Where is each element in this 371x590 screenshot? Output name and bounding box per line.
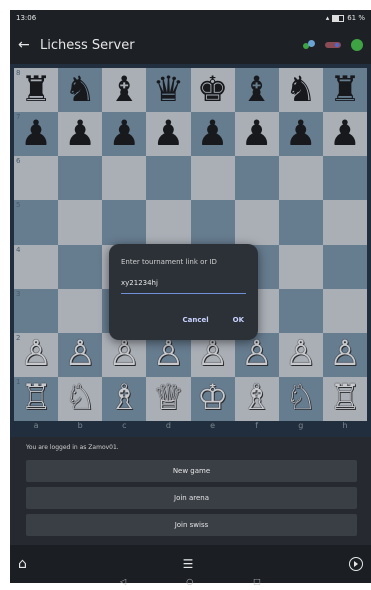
system-nav-bar: ◁ ○ □	[10, 577, 371, 590]
ok-button[interactable]: OK	[233, 316, 244, 324]
back-arrow-icon[interactable]: ←	[18, 37, 36, 53]
people-icon[interactable]	[303, 40, 315, 50]
join-swiss-button[interactable]: Join swiss	[26, 514, 357, 536]
status-time: 13:06	[16, 14, 37, 22]
connection-toggle-icon[interactable]	[325, 42, 341, 48]
app-bar: ← Lichess Server	[10, 26, 371, 64]
play-circle-icon[interactable]	[349, 557, 363, 571]
nav-back-icon[interactable]: ◁	[120, 577, 126, 587]
join-arena-button[interactable]: Join arena	[26, 487, 357, 509]
dialog-title: Enter tournament link or ID	[121, 258, 217, 266]
nav-home-icon[interactable]: ○	[186, 577, 193, 587]
signal-icon: ▴	[325, 14, 330, 22]
bottom-panel: You are logged in as Zamov01. New game J…	[10, 437, 371, 545]
cancel-button[interactable]: Cancel	[182, 316, 208, 324]
dialog-actions: Cancel OK	[182, 316, 244, 324]
home-icon[interactable]: ⌂	[18, 556, 27, 572]
status-icons: ▴ 61 %	[326, 14, 365, 22]
system-nav-icons: ◁ ○ □	[10, 577, 371, 587]
list-icon[interactable]: ☰	[183, 557, 194, 571]
nav-recents-icon[interactable]: □	[253, 577, 261, 587]
appbar-actions	[303, 39, 363, 51]
tournament-id-input[interactable]: xy21234hj	[121, 279, 246, 294]
battery-percent: 61 %	[347, 14, 365, 22]
app-title: Lichess Server	[40, 37, 135, 53]
new-game-button[interactable]: New game	[26, 460, 357, 482]
battery-icon	[332, 14, 345, 22]
status-bar: 13:06 ▴ 61 %	[10, 10, 371, 26]
online-status-icon[interactable]	[351, 39, 363, 51]
logged-in-text: You are logged in as Zamov01.	[26, 444, 119, 451]
tournament-dialog: Enter tournament link or ID xy21234hj Ca…	[109, 244, 258, 340]
